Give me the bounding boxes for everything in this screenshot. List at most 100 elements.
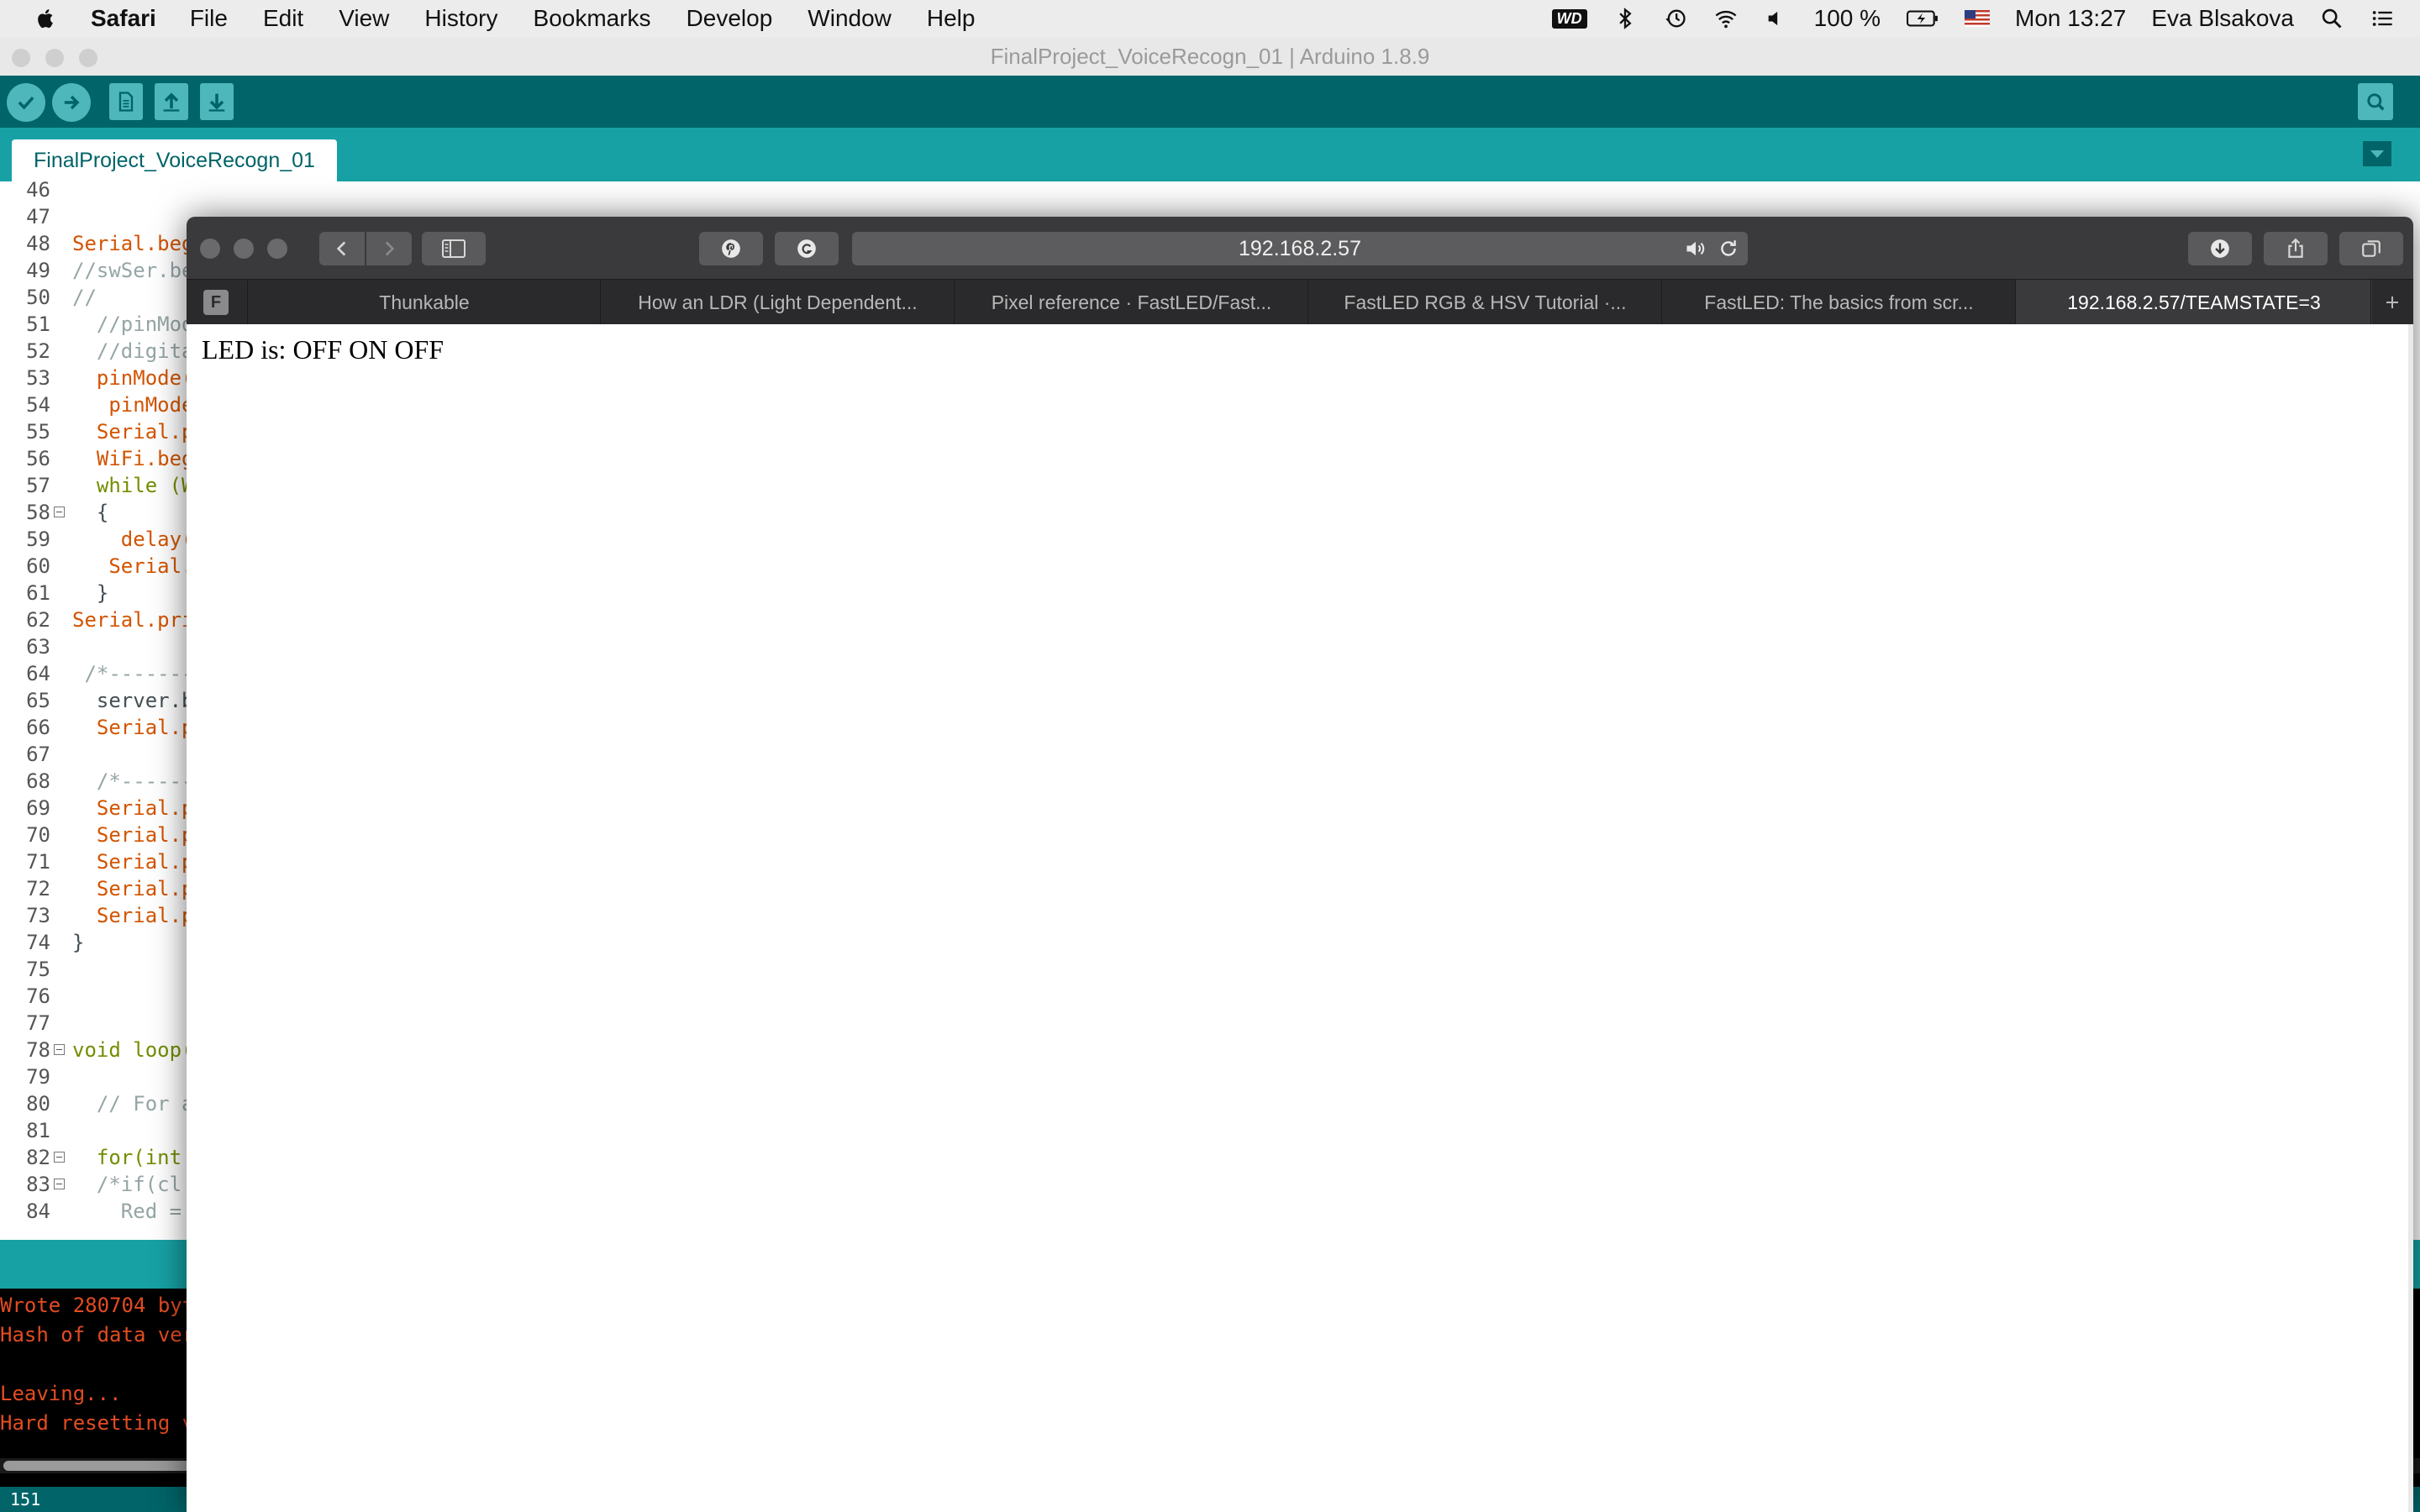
tab-thunkable[interactable]: Thunkable xyxy=(247,280,601,325)
tab-fastled-pixel-reference[interactable]: Pixel reference · FastLED/Fast... xyxy=(954,280,1308,325)
line-number: 72 xyxy=(26,877,50,900)
share-button[interactable] xyxy=(2264,232,2328,265)
user-name[interactable]: Eva Blsakova xyxy=(2151,5,2294,32)
code-text: // For a xyxy=(72,1092,194,1116)
code-line[interactable]: 46 xyxy=(0,181,2420,203)
apple-menu-icon[interactable] xyxy=(35,8,54,29)
tab-fastled-basics[interactable]: FastLED: The basics from scr... xyxy=(1661,280,2016,325)
line-number: 60 xyxy=(26,554,50,578)
line-number: 61 xyxy=(26,581,50,605)
menu-history[interactable]: History xyxy=(424,5,497,32)
tabs-overview-icon xyxy=(2362,240,2381,257)
sketch-tab[interactable]: FinalProject_VoiceRecogn_01 xyxy=(12,139,337,181)
safari-zoom-button[interactable] xyxy=(267,239,287,259)
tab-fastled-rgb-hsv[interactable]: FastLED RGB & HSV Tutorial ·... xyxy=(1307,280,1662,325)
wifi-icon[interactable] xyxy=(1713,6,1739,31)
menu-view[interactable]: View xyxy=(339,5,389,32)
grammarly-extension-button[interactable] xyxy=(775,232,839,265)
reload-icon[interactable] xyxy=(1718,238,1739,260)
chevron-left-icon xyxy=(336,241,346,256)
code-text: Serial.p xyxy=(72,823,194,847)
arrow-down-icon xyxy=(208,93,225,112)
line-number: 71 xyxy=(26,850,50,874)
pinned-tab-favicon[interactable]: F xyxy=(203,290,229,315)
show-all-tabs-button[interactable] xyxy=(2339,232,2403,265)
upload-button[interactable] xyxy=(52,83,91,122)
tab-ldr-article[interactable]: How an LDR (Light Dependent... xyxy=(600,280,955,325)
battery-percentage[interactable]: 100 % xyxy=(1814,5,1881,32)
code-text: } xyxy=(72,581,109,605)
notification-center-icon[interactable] xyxy=(2370,6,2395,31)
save-sketch-button[interactable] xyxy=(200,83,234,120)
fold-toggle-icon[interactable] xyxy=(54,1179,65,1189)
line-number: 69 xyxy=(26,796,50,820)
new-tab-button[interactable] xyxy=(2370,280,2413,325)
code-text: Serial.pri xyxy=(72,608,194,632)
grammarly-icon xyxy=(797,239,816,258)
code-text: void loop( xyxy=(72,1038,194,1062)
code-text: } xyxy=(72,931,85,954)
menu-file[interactable]: File xyxy=(190,5,228,32)
line-number: 79 xyxy=(26,1065,50,1089)
line-number: 49 xyxy=(26,259,50,282)
menu-help[interactable]: Help xyxy=(927,5,976,32)
console-line: Hash of data ver xyxy=(0,1323,195,1347)
safari-toolbar: 192.168.2.57 xyxy=(187,217,2413,279)
arduino-window-title: FinalProject_VoiceRecogn_01 | Arduino 1.… xyxy=(990,43,1430,69)
wd-drive-icon[interactable]: WD xyxy=(1551,8,1587,29)
line-number: 50 xyxy=(26,286,50,309)
arduino-titlebar: FinalProject_VoiceRecogn_01 | Arduino 1.… xyxy=(0,37,2420,76)
menu-develop[interactable]: Develop xyxy=(687,5,773,32)
verify-button[interactable] xyxy=(7,83,45,122)
bluetooth-icon[interactable] xyxy=(1612,6,1638,31)
line-number: 82 xyxy=(26,1146,50,1169)
safari-minimize-button[interactable] xyxy=(234,239,254,259)
menu-bookmarks[interactable]: Bookmarks xyxy=(534,5,651,32)
time-machine-icon[interactable] xyxy=(1663,6,1688,31)
pinterest-icon xyxy=(722,239,740,258)
battery-icon[interactable] xyxy=(1906,6,1939,31)
code-text: { xyxy=(72,501,109,524)
line-number: 78 xyxy=(26,1038,50,1062)
line-number: 67 xyxy=(26,743,50,766)
forward-button[interactable] xyxy=(366,232,412,265)
tab-teamstate-active[interactable]: 192.168.2.57/TEAMSTATE=3 xyxy=(2015,280,2372,325)
sidebar-button[interactable] xyxy=(422,232,486,265)
plus-icon xyxy=(2386,297,2398,308)
new-sketch-button[interactable] xyxy=(109,83,143,120)
arduino-minimize-button[interactable] xyxy=(45,49,64,67)
speaker-icon[interactable] xyxy=(1684,237,1707,260)
us-flag-icon[interactable] xyxy=(1965,6,1991,31)
menu-app-safari[interactable]: Safari xyxy=(91,5,156,32)
line-number: 65 xyxy=(26,689,50,712)
clock[interactable]: Mon 13:27 xyxy=(2015,5,2126,32)
menu-window[interactable]: Window xyxy=(808,5,892,32)
address-text[interactable]: 192.168.2.57 xyxy=(1239,237,1361,261)
line-number: 73 xyxy=(26,904,50,927)
back-button[interactable] xyxy=(319,232,365,265)
tab-menu-button[interactable] xyxy=(2363,141,2391,166)
arduino-zoom-button[interactable] xyxy=(79,49,97,67)
volume-icon[interactable] xyxy=(1764,6,1789,31)
address-bar[interactable]: 192.168.2.57 xyxy=(852,232,1748,265)
menu-edit[interactable]: Edit xyxy=(263,5,303,32)
fold-toggle-icon[interactable] xyxy=(54,1152,65,1163)
code-text: while (W xyxy=(72,474,194,497)
code-text: Serial.p xyxy=(72,420,194,444)
line-number: 66 xyxy=(26,716,50,739)
downloads-button[interactable] xyxy=(2188,232,2252,265)
fold-toggle-icon[interactable] xyxy=(54,1044,65,1055)
arduino-close-button[interactable] xyxy=(12,49,30,67)
spotlight-search-icon[interactable] xyxy=(2319,6,2344,31)
open-sketch-button[interactable] xyxy=(155,83,188,120)
line-number: 56 xyxy=(26,447,50,470)
code-text: /*------- xyxy=(72,662,194,685)
code-text: //digita xyxy=(72,339,194,363)
serial-monitor-button[interactable] xyxy=(2358,83,2393,120)
safari-close-button[interactable] xyxy=(200,239,220,259)
page-vertical-scrollbar[interactable] xyxy=(2408,324,2413,1512)
code-text: server.b xyxy=(72,689,194,712)
pinterest-extension-button[interactable] xyxy=(699,232,763,265)
line-number: 76 xyxy=(26,984,50,1008)
fold-toggle-icon[interactable] xyxy=(54,507,65,517)
